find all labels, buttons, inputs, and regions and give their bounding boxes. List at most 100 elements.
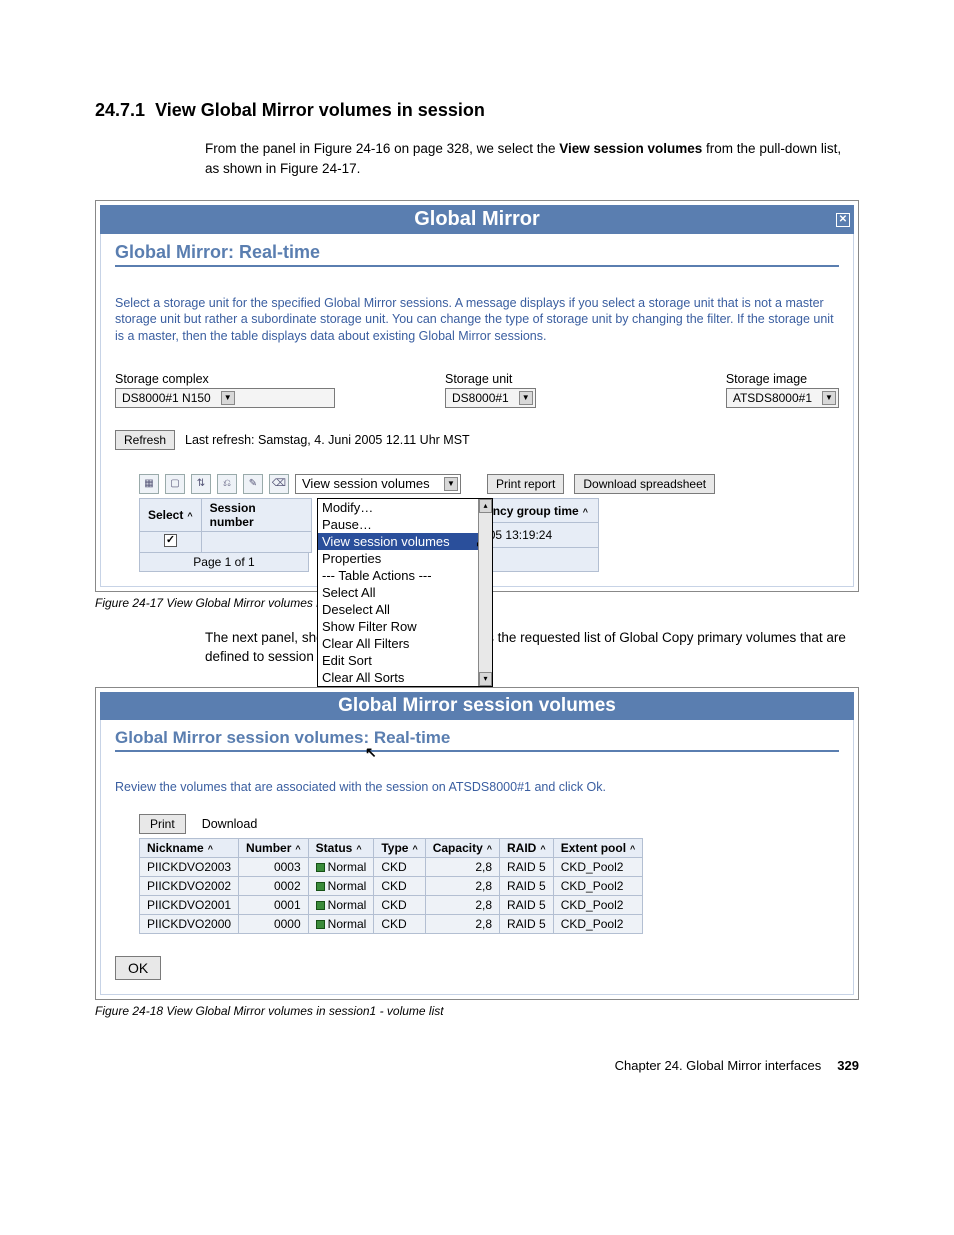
intro-bold: View session volumes: [559, 141, 702, 156]
table-row: PIICKDVO20010001NormalCKD2,8RAID 5CKD_Po…: [140, 896, 643, 915]
action-dropdown-menu[interactable]: Modify… Pause… View session volumes ↖ Pr…: [317, 498, 493, 687]
cell-status: Normal: [308, 896, 374, 915]
header-capacity[interactable]: Capacity^: [425, 839, 499, 858]
storage-complex-group: Storage complex DS8000#1 N150 ▼: [115, 372, 335, 408]
sort-up-icon: ^: [540, 844, 545, 854]
cell-capacity: 2,8: [425, 915, 499, 934]
storage-image-dropdown[interactable]: ATSDS8000#1 ▼: [726, 388, 839, 408]
cell-nickname: PIICKDVO2001: [140, 896, 239, 915]
menu-item-properties[interactable]: Properties: [318, 550, 492, 567]
refresh-button[interactable]: Refresh: [115, 430, 175, 450]
header-status[interactable]: Status^: [308, 839, 374, 858]
status-dot-icon: [316, 863, 325, 872]
header-extent-pool[interactable]: Extent pool^: [553, 839, 643, 858]
print-report-button[interactable]: Print report: [487, 474, 564, 494]
menu-item-edit-sort[interactable]: Edit Sort: [318, 652, 492, 669]
menu-item-clear-all-filters[interactable]: Clear All Filters: [318, 635, 492, 652]
menu-item-view-session-volumes[interactable]: View session volumes ↖: [318, 533, 492, 550]
storage-unit-dropdown[interactable]: DS8000#1 ▼: [445, 388, 536, 408]
cell-type: CKD: [374, 877, 425, 896]
header-session-number[interactable]: Session number: [201, 498, 311, 531]
panel1-title: Global Mirror: [414, 208, 540, 231]
checkbox-icon[interactable]: [164, 534, 177, 547]
cell-nickname: PIICKDVO2000: [140, 915, 239, 934]
menu-item-select-all[interactable]: Select All: [318, 584, 492, 601]
cell-status: Normal: [308, 915, 374, 934]
sort-up-icon: ^: [630, 844, 635, 854]
pagination-bar: Page 1 of 1: [139, 553, 309, 572]
panel2-body: Global Mirror session volumes: Real-time…: [100, 720, 854, 995]
panel1-description: Select a storage unit for the specified …: [115, 295, 839, 344]
refresh-row: Refresh Last refresh: Samstag, 4. Juni 2…: [115, 430, 839, 450]
status-dot-icon: [316, 920, 325, 929]
storage-image-group: Storage image ATSDS8000#1 ▼: [726, 372, 839, 408]
storage-image-label: Storage image: [726, 372, 839, 386]
toolbar-icon-4[interactable]: ⎌: [217, 474, 237, 494]
sort-up-icon: ^: [487, 844, 492, 854]
header-type[interactable]: Type^: [374, 839, 425, 858]
action-dropdown-label: View session volumes: [302, 476, 430, 491]
cell-capacity: 2,8: [425, 877, 499, 896]
cell-extent-pool: CKD_Pool2: [553, 858, 643, 877]
cell-raid: RAID 5: [500, 858, 554, 877]
intro-prefix: From the panel in Figure 24-16 on page 3…: [205, 141, 559, 156]
storage-unit-label: Storage unit: [445, 372, 536, 386]
cell-nickname: PIICKDVO2003: [140, 858, 239, 877]
left-table-container: Select^ Session number Page 1 of 1: [139, 498, 312, 572]
sort-up-icon: ^: [356, 844, 361, 854]
toolbar-icon-3[interactable]: ⇅: [191, 474, 211, 494]
cell-number: 0002: [239, 877, 309, 896]
toolbar-icon-2[interactable]: ▢: [165, 474, 185, 494]
storage-complex-dropdown[interactable]: DS8000#1 N150 ▼: [115, 388, 335, 408]
table-row: PIICKDVO20030003NormalCKD2,8RAID 5CKD_Po…: [140, 858, 643, 877]
storage-unit-group: Storage unit DS8000#1 ▼: [445, 372, 536, 408]
download-link[interactable]: Download: [202, 817, 258, 831]
cell-type: CKD: [374, 896, 425, 915]
cell-raid: RAID 5: [500, 896, 554, 915]
menu-item-pause[interactable]: Pause…: [318, 516, 492, 533]
menu-item-deselect-all[interactable]: Deselect All: [318, 601, 492, 618]
panel2-titlebar: Global Mirror session volumes: [100, 692, 854, 720]
cell-type: CKD: [374, 915, 425, 934]
ok-button[interactable]: OK: [115, 956, 161, 980]
section-title: View Global Mirror volumes in session: [155, 100, 485, 120]
mid-paragraph: The next panel, shown in Figure 24-18, p…: [205, 628, 859, 669]
left-table: Select^ Session number: [139, 498, 312, 553]
toolbar-row: ▦ ▢ ⇅ ⎌ ✎ ⌫ View session volumes ▼ Print…: [139, 474, 839, 494]
menu-item-clear-all-sorts[interactable]: Clear All Sorts: [318, 669, 492, 686]
volumes-table: Nickname^ Number^ Status^ Type^ Capacity…: [139, 838, 643, 934]
scrollbar[interactable]: ▴ ▾: [478, 499, 492, 686]
cell-status: Normal: [308, 858, 374, 877]
header-nickname[interactable]: Nickname^: [140, 839, 239, 858]
status-dot-icon: [316, 901, 325, 910]
cell-number: 0000: [239, 915, 309, 934]
panel1-subtitle: Global Mirror: Real-time: [115, 242, 839, 267]
page-footer: Chapter 24. Global Mirror interfaces 329: [95, 1058, 859, 1073]
scroll-down-icon[interactable]: ▾: [479, 672, 492, 686]
action-dropdown[interactable]: View session volumes ▼: [295, 474, 461, 494]
header-select[interactable]: Select^: [140, 498, 202, 531]
cell-extent-pool: CKD_Pool2: [553, 896, 643, 915]
panel1-titlebar: Global Mirror ✕: [100, 205, 854, 234]
table-row: PIICKDVO20000000NormalCKD2,8RAID 5CKD_Po…: [140, 915, 643, 934]
toolbar-icon-6[interactable]: ⌫: [269, 474, 289, 494]
menu-item-show-filter-row[interactable]: Show Filter Row: [318, 618, 492, 635]
storage-complex-value: DS8000#1 N150: [122, 391, 211, 405]
figure-24-17: Global Mirror ✕ Global Mirror: Real-time…: [95, 200, 859, 592]
toolbar-icon-1[interactable]: ▦: [139, 474, 159, 494]
table-row: [140, 531, 312, 552]
select-cell[interactable]: [140, 531, 202, 552]
header-number[interactable]: Number^: [239, 839, 309, 858]
toolbar-icon-5[interactable]: ✎: [243, 474, 263, 494]
print-button[interactable]: Print: [139, 814, 186, 834]
scroll-up-icon[interactable]: ▴: [479, 499, 492, 513]
section-heading: 24.7.1 View Global Mirror volumes in ses…: [95, 100, 859, 121]
header-raid[interactable]: RAID^: [500, 839, 554, 858]
figure-24-18: Global Mirror session volumes Global Mir…: [95, 687, 859, 1000]
download-spreadsheet-button[interactable]: Download spreadsheet: [574, 474, 715, 494]
figure-caption-2: Figure 24-18 View Global Mirror volumes …: [95, 1004, 859, 1018]
menu-item-modify[interactable]: Modify…: [318, 499, 492, 516]
chevron-down-icon: ▼: [822, 391, 836, 405]
close-icon[interactable]: ✕: [836, 213, 850, 227]
toolbar-area: ▦ ▢ ⇅ ⎌ ✎ ⌫ View session volumes ▼ Print…: [139, 474, 839, 572]
